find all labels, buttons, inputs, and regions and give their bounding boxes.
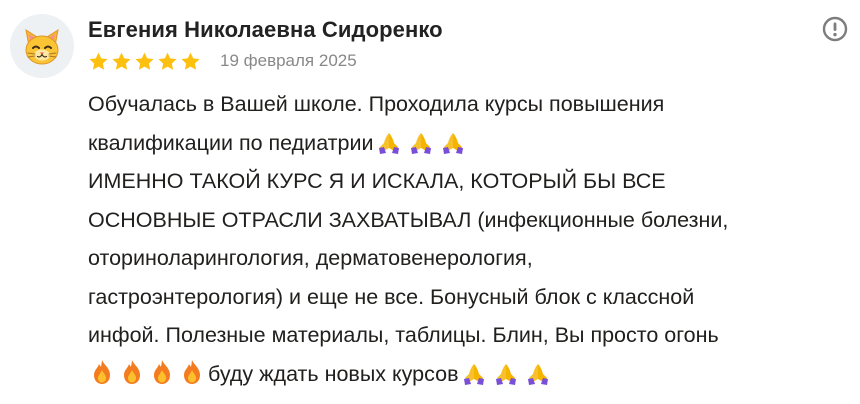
folded-hands-icon [408,130,434,154]
author-name[interactable]: Евгения Николаевна Сидоренко [88,17,443,43]
author-avatar[interactable] [10,14,74,78]
review-line: оториноларингология, дерматовенерология, [88,246,533,270]
star-icon [158,52,177,70]
fire-icon [120,359,144,385]
report-button[interactable] [822,16,848,42]
fire-icon [180,359,204,385]
folded-hands-icon [525,361,551,385]
review-line-text: буду ждать новых курсов [208,361,459,386]
review-line: инфой. Полезные материалы, таблицы. Блин… [88,323,719,347]
star-icon [181,52,200,70]
star-icon [112,52,131,70]
review-line-8: буду ждать новых курсов [88,355,850,394]
review-line: ОСНОВНЫЕ ОТРАСЛИ ЗАХВАТЫВАЛ (инфекционны… [88,207,729,232]
folded-hands-icon [493,361,519,385]
fire-icon [90,359,114,385]
cat-face-icon [25,28,59,65]
star-icon [135,52,154,70]
review-date: 19 февраля 2025 [220,51,357,70]
review-card: Евгения Николаевна Сидоренко 19 февраля … [0,0,860,404]
folded-hands-icon [440,130,466,154]
star-icon [89,52,108,70]
review-line: ИМЕННО ТАКОЙ КУРС Я И ИСКАЛА, КОТОРЫЙ БЫ… [88,169,666,193]
exclamation-circle-icon [822,16,848,42]
review-line-text: квалификации по педиатрии [88,130,374,155]
review-text: Обучалась в Вашей школе. Проходила курсы… [88,85,850,393]
folded-hands-icon [461,361,487,385]
star-rating [88,50,203,72]
folded-hands-icon [376,130,402,154]
fire-icon [150,359,174,385]
review-line-2: квалификации по педиатрии [88,124,850,163]
review-line: Обучалась в Вашей школе. Проходила курсы… [88,92,665,116]
review-line: гастроэнтерология) и еще не все. Бонусны… [88,284,695,309]
